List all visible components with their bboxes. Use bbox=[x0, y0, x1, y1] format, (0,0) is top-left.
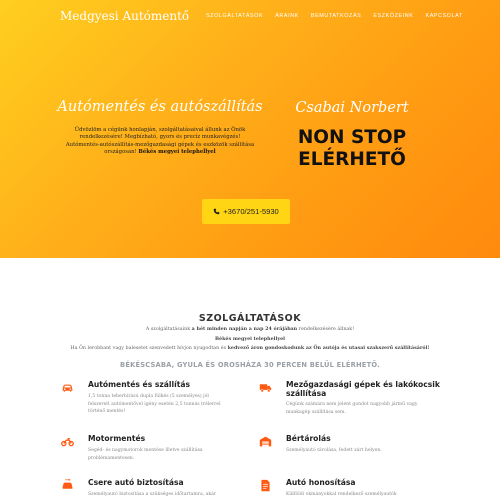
service-title: Csere autó biztosítása bbox=[88, 478, 184, 487]
phone-call-button[interactable]: +3670/251-5930 bbox=[202, 199, 290, 224]
hero-description: Üdvözlöm a cégünk honlapján, szolgáltatá… bbox=[62, 127, 258, 156]
car-exchange-icon bbox=[60, 478, 74, 492]
nonstop-line-2: ELÉRHETŐ bbox=[298, 149, 406, 170]
warehouse-icon bbox=[258, 434, 272, 448]
hero-title: Autómentés és autószállítás bbox=[57, 99, 263, 115]
service-description: Személyautó biztosítása a szükséges időt… bbox=[88, 492, 217, 497]
top-navbar: Medgyesi Autómentő SZOLGÁLTATÁSOK ÁRAINK… bbox=[0, 0, 500, 34]
intro-line-2: Békés megyei telephellyel bbox=[214, 335, 285, 342]
motorcycle-icon bbox=[60, 434, 74, 448]
nonstop-heading: NON STOP ELÉRHETŐ bbox=[286, 127, 418, 171]
intro-line-3b: kedvező áron gondoskodunk az Ön autója é… bbox=[227, 345, 430, 351]
service-title: Mezőgazdasági gépek és lakókocsik szállí… bbox=[286, 380, 440, 398]
service-description: Személyautó tárolása, fedett zárt helyen… bbox=[286, 448, 382, 453]
nav-item-contact[interactable]: KAPCSOLAT bbox=[426, 13, 463, 19]
truck-icon bbox=[258, 380, 272, 394]
region-notice: BÉKÉSCSABA, GYULA ÉS OROSHÁZA 30 PERCEN … bbox=[120, 361, 380, 369]
intro-line-1b: a hét minden napján a nap 24 órájában bbox=[191, 326, 298, 332]
service-title: Bértárolás bbox=[286, 434, 331, 443]
phone-icon bbox=[213, 208, 220, 215]
phone-number: +3670/251-5930 bbox=[223, 207, 279, 216]
car-icon bbox=[60, 380, 74, 394]
service-title: Autó honosítása bbox=[286, 478, 356, 487]
service-description: 1,5 tonna teherbírású dupla fülkés (5 sz… bbox=[88, 394, 221, 415]
owner-name: Csabai Norbert bbox=[295, 100, 409, 116]
services-title: SZOLGÁLTATÁSOK bbox=[198, 313, 302, 324]
nav-item-equipment[interactable]: ESZKÖZEINK bbox=[373, 13, 413, 19]
intro-line-3a: Ha Ön lerobbant vagy balesetet szenvedet… bbox=[70, 346, 228, 351]
service-description: Segéd- és nagymotorok mentése illetve sz… bbox=[88, 448, 203, 461]
service-description: Cégünk számára nem jelent gondot nagyobb… bbox=[286, 402, 418, 415]
brand-logo[interactable]: Medgyesi Autómentő bbox=[60, 9, 189, 23]
service-title: Autómentés és szállítás bbox=[88, 380, 191, 389]
nonstop-line-1: NON STOP bbox=[297, 127, 407, 148]
service-title: Motormentés bbox=[88, 434, 146, 443]
services-intro: A szolgáltatásaink a hét minden napján a… bbox=[40, 325, 460, 354]
intro-line-1c: rendelkezésére állnak! bbox=[297, 327, 355, 332]
service-description: Külföldi okmányokkal rendelkező személya… bbox=[286, 492, 397, 497]
document-icon bbox=[258, 478, 272, 492]
hero-section: Medgyesi Autómentő SZOLGÁLTATÁSOK ÁRAINK… bbox=[0, 0, 500, 258]
intro-line-1a: A szolgáltatásaink bbox=[145, 327, 192, 332]
nav-item-services[interactable]: SZOLGÁLTATÁSOK bbox=[206, 13, 263, 19]
nav-item-prices[interactable]: ÁRAINK bbox=[275, 13, 299, 19]
nav-item-about[interactable]: BEMUTATKOZÁS bbox=[311, 13, 361, 19]
hero-description-bold: Békés megyei telephellyel bbox=[138, 148, 216, 155]
nav-menu: SZOLGÁLTATÁSOK ÁRAINK BEMUTATKOZÁS ESZKÖ… bbox=[206, 13, 463, 19]
